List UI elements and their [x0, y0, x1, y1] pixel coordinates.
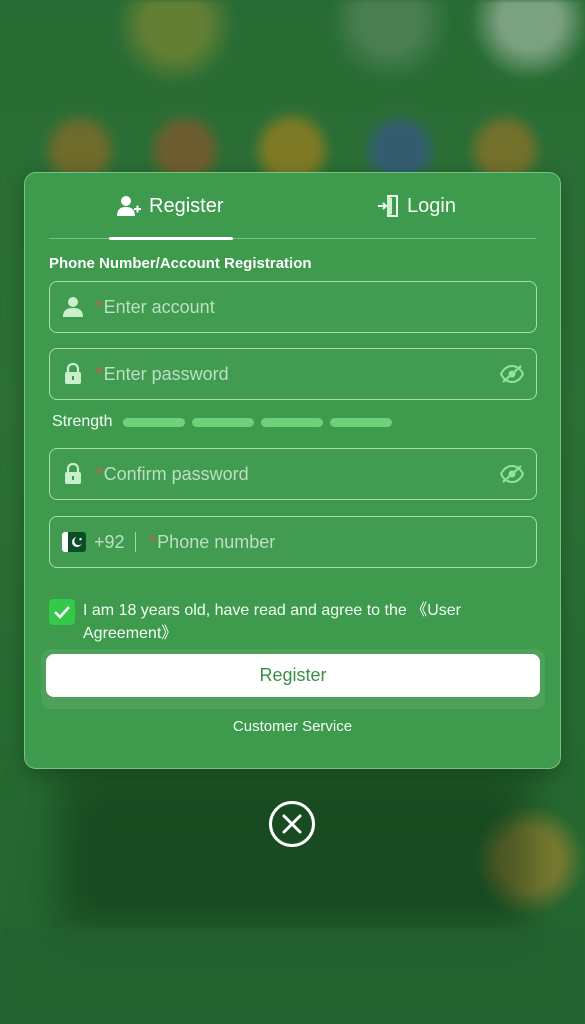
check-icon	[54, 606, 70, 619]
country-code: +92	[94, 531, 125, 552]
lock-icon	[50, 463, 96, 485]
password-field[interactable]: *	[49, 348, 537, 400]
tab-register-label: Register	[149, 194, 224, 217]
tab-login[interactable]: Login	[377, 191, 456, 221]
register-button[interactable]: Register	[46, 654, 540, 697]
country-code-selector[interactable]: +92	[50, 532, 125, 553]
strength-bars	[123, 417, 393, 427]
close-icon	[282, 814, 302, 834]
strength-bar	[330, 417, 393, 427]
strength-bar	[261, 417, 324, 427]
required-mark: *	[149, 532, 157, 551]
user-icon	[50, 296, 96, 318]
section-title: Phone Number/Account Registration	[49, 255, 312, 272]
phone-input[interactable]	[157, 517, 536, 567]
strength-bar	[123, 417, 186, 427]
agreement-row: I am 18 years old, have read and agree t…	[49, 599, 519, 645]
register-button-container: Register	[41, 649, 545, 709]
password-input[interactable]	[103, 349, 488, 399]
required-mark: *	[96, 364, 103, 383]
account-field[interactable]: *	[49, 281, 537, 333]
phone-field[interactable]: +92 *	[49, 516, 537, 568]
confirm-password-field[interactable]: *	[49, 448, 537, 500]
eye-slash-icon[interactable]	[488, 364, 536, 384]
confirm-password-input[interactable]	[103, 449, 488, 499]
required-mark: *	[96, 297, 103, 316]
account-input[interactable]	[103, 282, 536, 332]
tab-register[interactable]: Register	[117, 191, 223, 221]
add-user-icon	[117, 196, 141, 216]
strength-bar	[192, 417, 255, 427]
agreement-label: I am 18 years old, have read and agree t…	[83, 602, 412, 619]
auth-tabs: Register Login	[49, 173, 536, 240]
lock-icon	[50, 363, 96, 385]
divider	[134, 532, 136, 552]
eye-slash-icon[interactable]	[488, 464, 536, 484]
strength-label: Strength	[52, 413, 113, 430]
register-modal: Register Login Phone Number/Account Regi…	[24, 172, 561, 769]
customer-service-link[interactable]: Customer Service	[25, 718, 560, 735]
close-button[interactable]	[269, 801, 315, 847]
required-mark: *	[96, 464, 103, 483]
pakistan-flag-icon	[62, 532, 86, 552]
active-tab-indicator	[109, 237, 233, 240]
login-door-icon	[378, 195, 398, 217]
password-strength: Strength	[52, 413, 393, 431]
tab-login-label: Login	[407, 194, 456, 217]
agreement-checkbox[interactable]	[49, 599, 75, 625]
agreement-text: I am 18 years old, have read and agree t…	[83, 599, 519, 645]
